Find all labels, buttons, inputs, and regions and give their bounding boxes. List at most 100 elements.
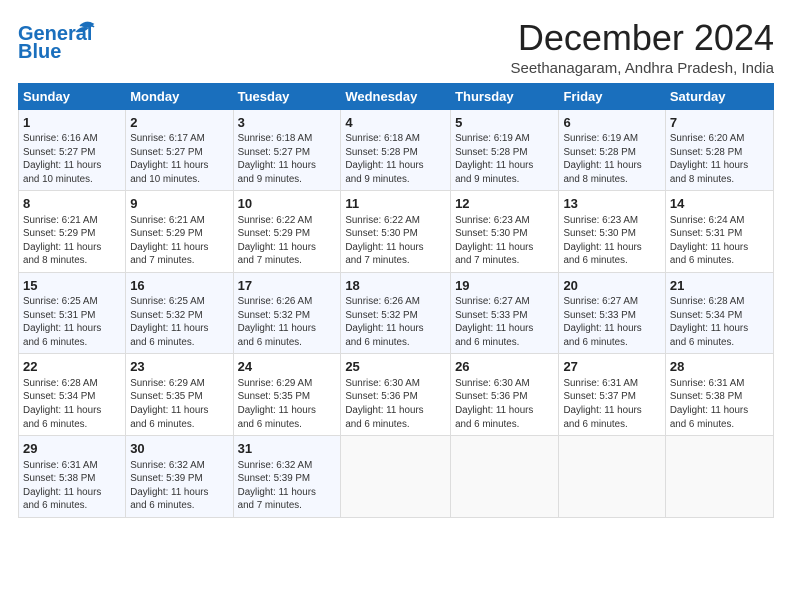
cell-text: Sunrise: 6:19 AM Sunset: 5:28 PM Dayligh… (563, 132, 660, 186)
month-title: December 2024 (510, 18, 774, 58)
cell-text: Sunrise: 6:28 AM Sunset: 5:34 PM Dayligh… (670, 295, 769, 349)
day-number: 4 (345, 114, 446, 132)
logo-icon: General Blue (18, 18, 98, 65)
page: General Blue December 2024 Seethanagaram… (0, 0, 792, 612)
calendar-cell: 25Sunrise: 6:30 AM Sunset: 5:36 PM Dayli… (341, 354, 451, 436)
calendar-cell: 31Sunrise: 6:32 AM Sunset: 5:39 PM Dayli… (233, 436, 341, 518)
day-number: 21 (670, 277, 769, 295)
calendar-cell: 7Sunrise: 6:20 AM Sunset: 5:28 PM Daylig… (665, 109, 773, 191)
day-number: 22 (23, 358, 121, 376)
calendar-cell: 3Sunrise: 6:18 AM Sunset: 5:27 PM Daylig… (233, 109, 341, 191)
calendar-cell: 13Sunrise: 6:23 AM Sunset: 5:30 PM Dayli… (559, 191, 665, 273)
calendar-cell: 11Sunrise: 6:22 AM Sunset: 5:30 PM Dayli… (341, 191, 451, 273)
calendar-cell: 4Sunrise: 6:18 AM Sunset: 5:28 PM Daylig… (341, 109, 451, 191)
day-number: 27 (563, 358, 660, 376)
cell-text: Sunrise: 6:30 AM Sunset: 5:36 PM Dayligh… (345, 377, 446, 431)
calendar-cell: 19Sunrise: 6:27 AM Sunset: 5:33 PM Dayli… (451, 272, 559, 354)
calendar-cell: 16Sunrise: 6:25 AM Sunset: 5:32 PM Dayli… (126, 272, 233, 354)
calendar-cell: 30Sunrise: 6:32 AM Sunset: 5:39 PM Dayli… (126, 436, 233, 518)
calendar-header-sunday: Sunday (19, 83, 126, 109)
day-number: 10 (238, 195, 337, 213)
logo: General Blue (18, 18, 98, 65)
calendar-cell: 12Sunrise: 6:23 AM Sunset: 5:30 PM Dayli… (451, 191, 559, 273)
cell-text: Sunrise: 6:21 AM Sunset: 5:29 PM Dayligh… (130, 214, 228, 268)
cell-text: Sunrise: 6:32 AM Sunset: 5:39 PM Dayligh… (238, 459, 337, 513)
calendar-cell: 6Sunrise: 6:19 AM Sunset: 5:28 PM Daylig… (559, 109, 665, 191)
day-number: 20 (563, 277, 660, 295)
cell-text: Sunrise: 6:28 AM Sunset: 5:34 PM Dayligh… (23, 377, 121, 431)
calendar-cell: 10Sunrise: 6:22 AM Sunset: 5:29 PM Dayli… (233, 191, 341, 273)
day-number: 2 (130, 114, 228, 132)
cell-text: Sunrise: 6:29 AM Sunset: 5:35 PM Dayligh… (130, 377, 228, 431)
day-number: 14 (670, 195, 769, 213)
calendar-header-tuesday: Tuesday (233, 83, 341, 109)
cell-text: Sunrise: 6:20 AM Sunset: 5:28 PM Dayligh… (670, 132, 769, 186)
cell-text: Sunrise: 6:26 AM Sunset: 5:32 PM Dayligh… (345, 295, 446, 349)
calendar-cell: 2Sunrise: 6:17 AM Sunset: 5:27 PM Daylig… (126, 109, 233, 191)
day-number: 6 (563, 114, 660, 132)
calendar-cell: 17Sunrise: 6:26 AM Sunset: 5:32 PM Dayli… (233, 272, 341, 354)
calendar-cell: 27Sunrise: 6:31 AM Sunset: 5:37 PM Dayli… (559, 354, 665, 436)
calendar-cell: 22Sunrise: 6:28 AM Sunset: 5:34 PM Dayli… (19, 354, 126, 436)
cell-text: Sunrise: 6:31 AM Sunset: 5:37 PM Dayligh… (563, 377, 660, 431)
day-number: 11 (345, 195, 446, 213)
calendar-cell (665, 436, 773, 518)
calendar-cell: 21Sunrise: 6:28 AM Sunset: 5:34 PM Dayli… (665, 272, 773, 354)
calendar-header-row: SundayMondayTuesdayWednesdayThursdayFrid… (19, 83, 774, 109)
day-number: 7 (670, 114, 769, 132)
day-number: 16 (130, 277, 228, 295)
calendar-table: SundayMondayTuesdayWednesdayThursdayFrid… (18, 83, 774, 518)
day-number: 19 (455, 277, 554, 295)
cell-text: Sunrise: 6:22 AM Sunset: 5:29 PM Dayligh… (238, 214, 337, 268)
cell-text: Sunrise: 6:18 AM Sunset: 5:28 PM Dayligh… (345, 132, 446, 186)
cell-text: Sunrise: 6:32 AM Sunset: 5:39 PM Dayligh… (130, 459, 228, 513)
calendar-cell: 26Sunrise: 6:30 AM Sunset: 5:36 PM Dayli… (451, 354, 559, 436)
cell-text: Sunrise: 6:18 AM Sunset: 5:27 PM Dayligh… (238, 132, 337, 186)
day-number: 17 (238, 277, 337, 295)
day-number: 31 (238, 440, 337, 458)
cell-text: Sunrise: 6:17 AM Sunset: 5:27 PM Dayligh… (130, 132, 228, 186)
calendar-cell: 20Sunrise: 6:27 AM Sunset: 5:33 PM Dayli… (559, 272, 665, 354)
calendar-cell: 9Sunrise: 6:21 AM Sunset: 5:29 PM Daylig… (126, 191, 233, 273)
day-number: 23 (130, 358, 228, 376)
cell-text: Sunrise: 6:24 AM Sunset: 5:31 PM Dayligh… (670, 214, 769, 268)
cell-text: Sunrise: 6:22 AM Sunset: 5:30 PM Dayligh… (345, 214, 446, 268)
title-block: December 2024 Seethanagaram, Andhra Prad… (510, 18, 774, 77)
day-number: 3 (238, 114, 337, 132)
calendar-cell: 5Sunrise: 6:19 AM Sunset: 5:28 PM Daylig… (451, 109, 559, 191)
cell-text: Sunrise: 6:27 AM Sunset: 5:33 PM Dayligh… (563, 295, 660, 349)
calendar-cell: 23Sunrise: 6:29 AM Sunset: 5:35 PM Dayli… (126, 354, 233, 436)
calendar-cell: 28Sunrise: 6:31 AM Sunset: 5:38 PM Dayli… (665, 354, 773, 436)
cell-text: Sunrise: 6:21 AM Sunset: 5:29 PM Dayligh… (23, 214, 121, 268)
cell-text: Sunrise: 6:23 AM Sunset: 5:30 PM Dayligh… (563, 214, 660, 268)
calendar-cell (451, 436, 559, 518)
cell-text: Sunrise: 6:31 AM Sunset: 5:38 PM Dayligh… (670, 377, 769, 431)
calendar-cell: 18Sunrise: 6:26 AM Sunset: 5:32 PM Dayli… (341, 272, 451, 354)
cell-text: Sunrise: 6:30 AM Sunset: 5:36 PM Dayligh… (455, 377, 554, 431)
day-number: 13 (563, 195, 660, 213)
cell-text: Sunrise: 6:19 AM Sunset: 5:28 PM Dayligh… (455, 132, 554, 186)
calendar-cell: 8Sunrise: 6:21 AM Sunset: 5:29 PM Daylig… (19, 191, 126, 273)
calendar-cell: 24Sunrise: 6:29 AM Sunset: 5:35 PM Dayli… (233, 354, 341, 436)
day-number: 1 (23, 114, 121, 132)
calendar-header-thursday: Thursday (451, 83, 559, 109)
day-number: 18 (345, 277, 446, 295)
calendar-cell: 1Sunrise: 6:16 AM Sunset: 5:27 PM Daylig… (19, 109, 126, 191)
calendar-cell (559, 436, 665, 518)
cell-text: Sunrise: 6:25 AM Sunset: 5:32 PM Dayligh… (130, 295, 228, 349)
day-number: 24 (238, 358, 337, 376)
calendar-header-monday: Monday (126, 83, 233, 109)
cell-text: Sunrise: 6:31 AM Sunset: 5:38 PM Dayligh… (23, 459, 121, 513)
calendar-week-row: 22Sunrise: 6:28 AM Sunset: 5:34 PM Dayli… (19, 354, 774, 436)
day-number: 29 (23, 440, 121, 458)
calendar-week-row: 1Sunrise: 6:16 AM Sunset: 5:27 PM Daylig… (19, 109, 774, 191)
cell-text: Sunrise: 6:25 AM Sunset: 5:31 PM Dayligh… (23, 295, 121, 349)
calendar-cell (341, 436, 451, 518)
day-number: 25 (345, 358, 446, 376)
calendar-header-saturday: Saturday (665, 83, 773, 109)
calendar-week-row: 15Sunrise: 6:25 AM Sunset: 5:31 PM Dayli… (19, 272, 774, 354)
cell-text: Sunrise: 6:26 AM Sunset: 5:32 PM Dayligh… (238, 295, 337, 349)
cell-text: Sunrise: 6:23 AM Sunset: 5:30 PM Dayligh… (455, 214, 554, 268)
day-number: 30 (130, 440, 228, 458)
cell-text: Sunrise: 6:29 AM Sunset: 5:35 PM Dayligh… (238, 377, 337, 431)
